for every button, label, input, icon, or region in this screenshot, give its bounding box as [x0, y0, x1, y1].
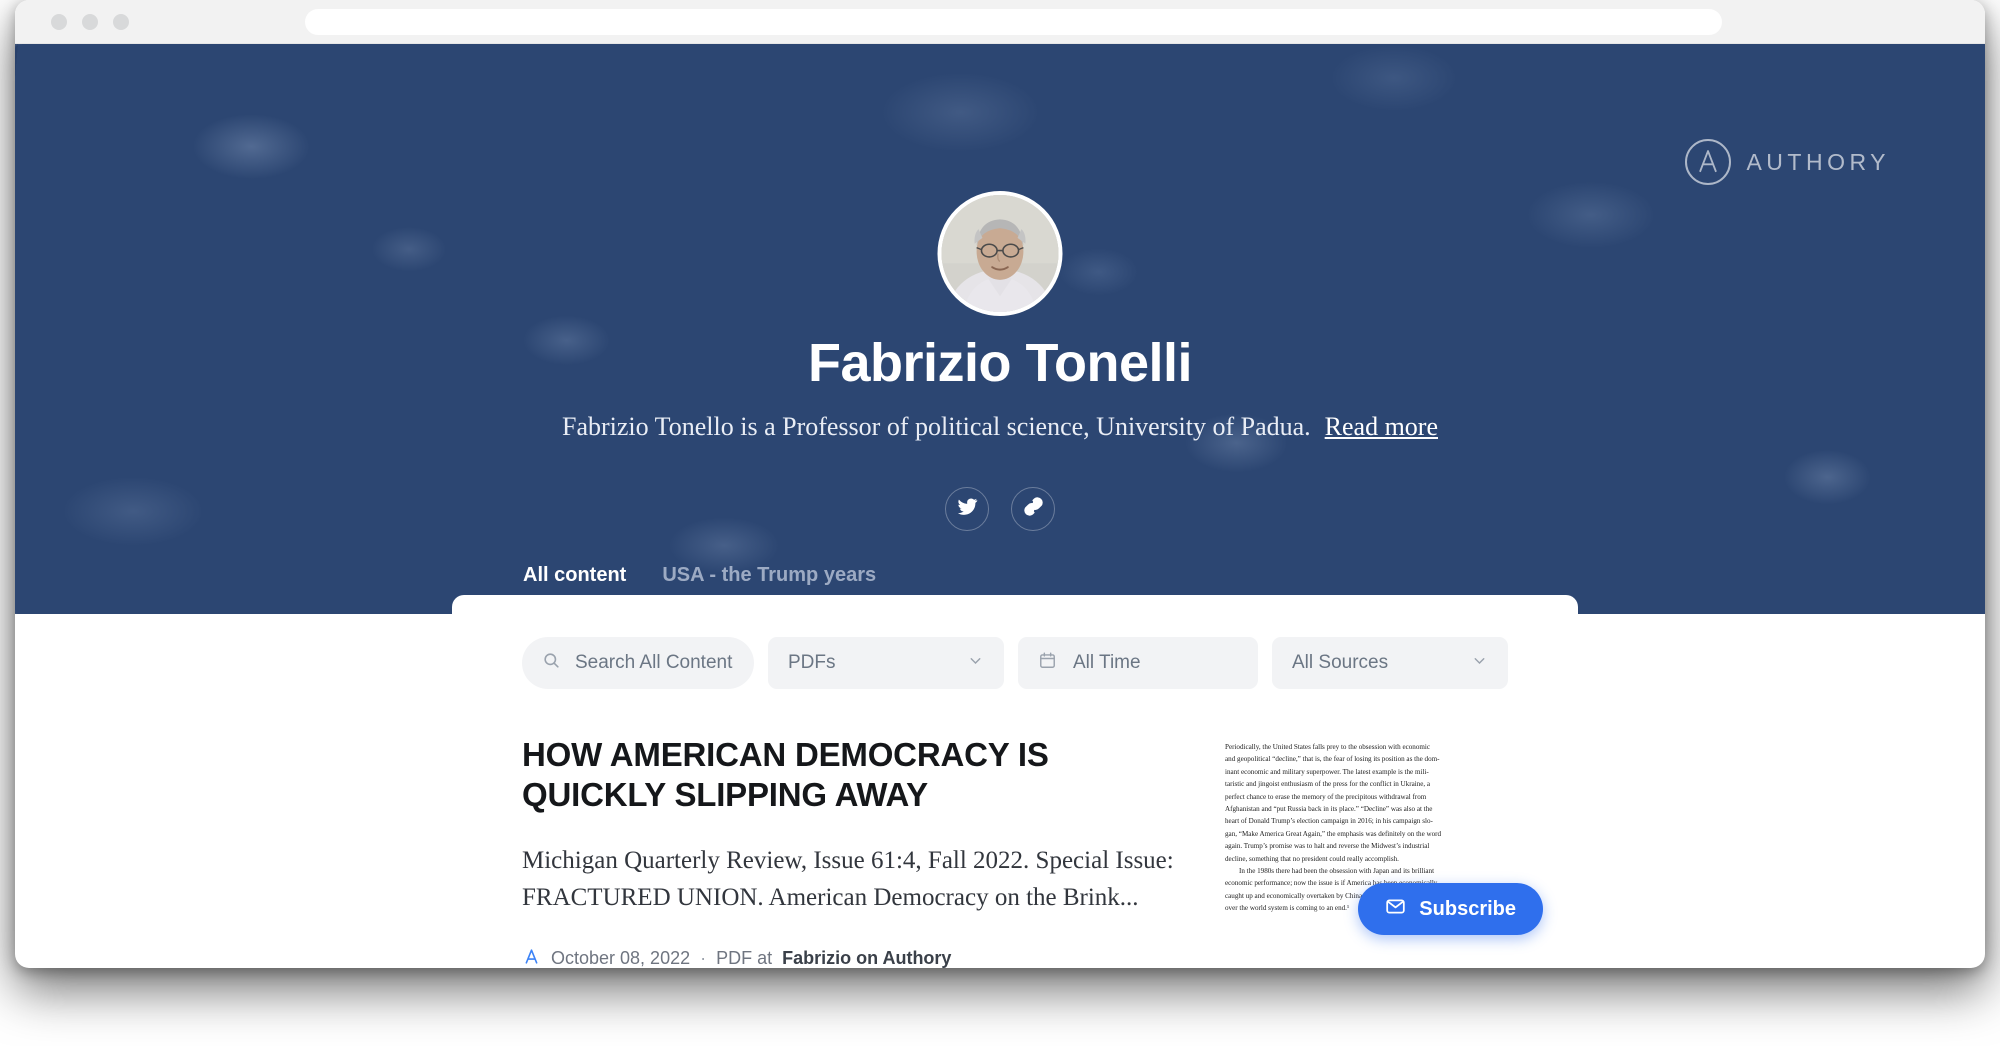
pdf-preview-line: and geopolitical “decline,” that is, the…	[1225, 755, 1440, 764]
browser-chrome	[15, 0, 1985, 44]
subscribe-button[interactable]: Subscribe	[1358, 883, 1543, 935]
pdf-preview-line: In the 1980s there had been the obsessio…	[1239, 867, 1435, 876]
source-filter[interactable]: All Sources	[1272, 637, 1508, 689]
filter-bar: Search All Content PDFs All Time All Sou…	[452, 595, 1578, 689]
profile-bio-text: Fabrizio Tonello is a Professor of polit…	[562, 412, 1311, 441]
chevron-down-icon	[967, 652, 984, 675]
window-controls	[51, 14, 129, 30]
source-filter-value: All Sources	[1292, 652, 1389, 673]
article-meta: October 08, 2022 · PDF at Fabrizio on Au…	[522, 947, 1177, 969]
browser-window: AUTHORY Fabrizio Tonelli Fabrizio Tonell…	[15, 0, 1985, 968]
search-placeholder: Search All Content	[575, 652, 733, 673]
pdf-preview-line: inant economic and military superpower. …	[1225, 767, 1429, 776]
article-title[interactable]: HOW AMERICAN DEMOCRACY IS QUICKLY SLIPPI…	[522, 735, 1177, 816]
pdf-preview-line: gan, “Make America Great Again,” the emp…	[1225, 829, 1442, 838]
read-more-link[interactable]: Read more	[1325, 412, 1438, 441]
authory-mark-icon	[1685, 139, 1732, 185]
search-input[interactable]: Search All Content	[522, 637, 754, 689]
authory-a-icon	[522, 947, 541, 969]
profile-hero: AUTHORY Fabrizio Tonelli Fabrizio Tonell…	[15, 44, 1985, 614]
subscribe-label: Subscribe	[1419, 897, 1516, 920]
website-link[interactable]	[1011, 487, 1055, 531]
article-text-block: HOW AMERICAN DEMOCRACY IS QUICKLY SLIPPI…	[522, 735, 1177, 968]
authory-logo[interactable]: AUTHORY	[1685, 139, 1890, 185]
article-date: October 08, 2022	[551, 948, 691, 968]
search-icon	[542, 651, 561, 676]
chevron-down-icon	[1471, 652, 1488, 675]
date-filter-value: All Time	[1073, 652, 1141, 673]
calendar-icon	[1038, 651, 1057, 676]
pdf-preview-line: taristic and jingoist enthusiasm of the …	[1225, 780, 1431, 789]
article-source-prefix: PDF at	[716, 948, 773, 968]
twitter-link[interactable]	[945, 487, 989, 531]
meta-separator: ·	[700, 948, 707, 968]
close-window-button[interactable]	[51, 14, 67, 30]
link-icon	[1023, 496, 1044, 522]
envelope-icon	[1385, 896, 1406, 923]
content-type-value: PDFs	[788, 652, 836, 673]
minimize-window-button[interactable]	[82, 14, 98, 30]
url-bar[interactable]	[305, 9, 1722, 35]
article-source-name[interactable]: Fabrizio on Authory	[782, 948, 951, 968]
social-links	[15, 487, 1985, 531]
pdf-preview-line: decline, something that no president cou…	[1225, 854, 1399, 863]
avatar[interactable]	[937, 191, 1063, 316]
page-title: Fabrizio Tonelli	[807, 333, 1193, 393]
pdf-preview-line: Afghanistan and “put Russia back in its …	[1225, 805, 1433, 814]
content-type-filter[interactable]: PDFs	[768, 637, 1004, 689]
pdf-preview-line: again. Trump’s promise was to halt and r…	[1225, 842, 1430, 851]
authory-wordmark: AUTHORY	[1746, 148, 1890, 175]
content-panel: Search All Content PDFs All Time All Sou…	[452, 595, 1578, 968]
twitter-icon	[957, 496, 978, 522]
profile-bio: Fabrizio Tonello is a Professor of polit…	[15, 412, 1985, 442]
article-description: Michigan Quarterly Review, Issue 61:4, F…	[522, 846, 1174, 912]
pdf-preview-line: heart of Donald Trump’s election campaig…	[1225, 817, 1433, 826]
maximize-window-button[interactable]	[113, 14, 129, 30]
date-filter[interactable]: All Time	[1018, 637, 1258, 689]
pdf-preview-line: Periodically, the United States falls pr…	[1225, 743, 1431, 751]
pdf-preview-line: perfect chance to erase the memory of th…	[1225, 792, 1427, 801]
